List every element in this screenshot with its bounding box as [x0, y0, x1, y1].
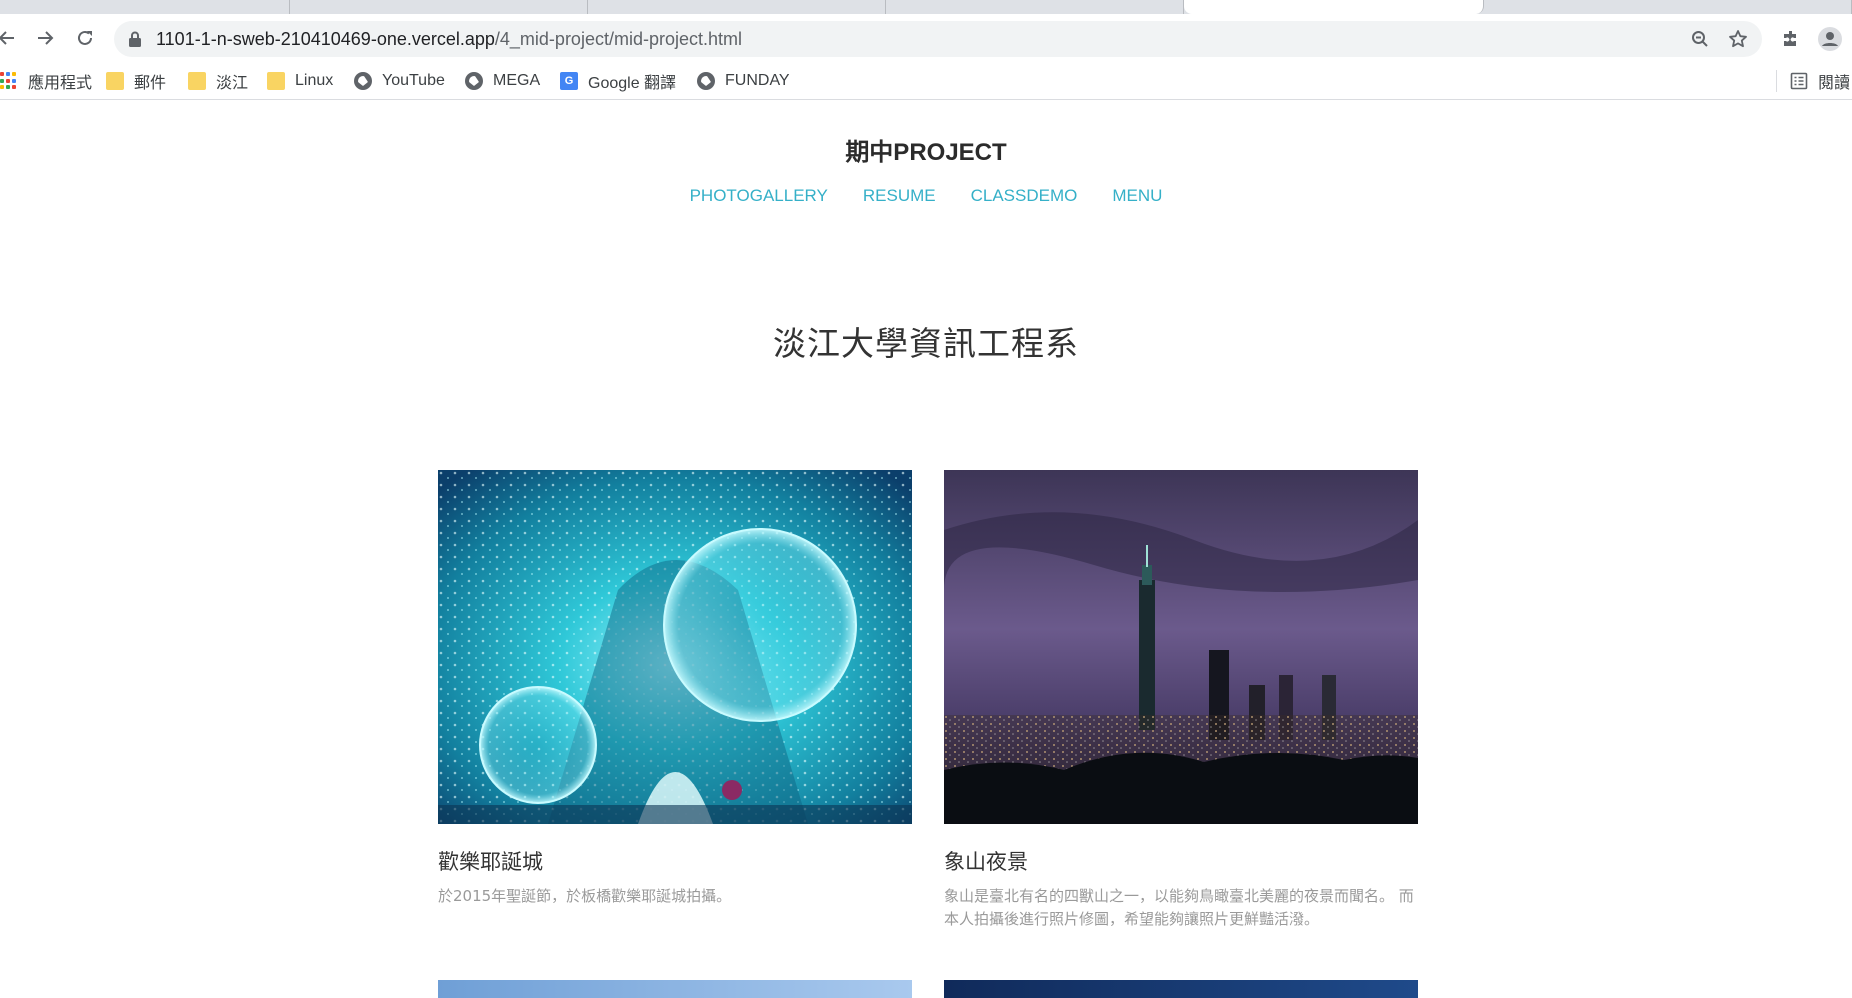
- browser-tab[interactable]: [0, 0, 290, 14]
- bookmark-google-translate[interactable]: G Google 翻譯: [560, 71, 677, 92]
- globe-icon: [354, 72, 372, 90]
- bookmark-label: Linux: [295, 72, 334, 89]
- section-heading: 淡江大學資訊工程系: [773, 324, 1079, 363]
- reading-list-label: 閱讀: [1818, 75, 1851, 92]
- bookmark-label: YouTube: [382, 72, 445, 89]
- folder-icon: [188, 72, 206, 90]
- card-description: 象山是臺北有名的四獸山之一，以能夠鳥瞰臺北美麗的夜景而聞名。 而本人拍攝後進行照…: [944, 887, 1414, 928]
- nav-link-photogallery[interactable]: PHOTOGALLERY: [690, 186, 828, 206]
- gallery-card: 歡樂耶誕城 於2015年聖誕節，於板橋歡樂耶誕城拍攝。: [438, 470, 912, 908]
- browser-tab[interactable]: [290, 0, 588, 14]
- bookmarks-bar: 應用程式 郵件 淡江 Linux YouTube MEGA G Google 翻…: [0, 62, 1852, 100]
- gallery-photo-partial[interactable]: [438, 980, 912, 998]
- bookmark-label: 郵件: [134, 75, 167, 92]
- profile-avatar-icon[interactable]: [1818, 27, 1842, 51]
- address-bar[interactable]: 1101-1-n-sweb-210410469-one.vercel.app/4…: [114, 21, 1762, 57]
- url-text: 1101-1-n-sweb-210410469-one.vercel.app/4…: [156, 29, 742, 50]
- nav-link-menu[interactable]: MENU: [1112, 186, 1162, 206]
- divider: [1776, 70, 1777, 92]
- card-title: 歡樂耶誕城: [438, 850, 543, 874]
- bookmark-mail-folder[interactable]: 郵件: [106, 71, 167, 92]
- bookmark-youtube[interactable]: YouTube: [354, 71, 445, 91]
- browser-tab[interactable]: [886, 0, 1184, 14]
- google-translate-icon: G: [560, 72, 578, 90]
- browser-toolbar: 1101-1-n-sweb-210410469-one.vercel.app/4…: [0, 14, 1852, 62]
- bookmark-label: 應用程式: [28, 75, 93, 92]
- night-sky-photo: [944, 980, 1418, 998]
- bookmark-star-icon[interactable]: [1728, 29, 1748, 49]
- browser-tab[interactable]: [588, 0, 886, 14]
- bookmark-apps[interactable]: 應用程式: [0, 71, 93, 92]
- extensions-icon[interactable]: [1779, 27, 1803, 51]
- folder-icon: [106, 72, 124, 90]
- url-path: /4_mid-project/mid-project.html: [494, 29, 742, 49]
- bookmark-label: 淡江: [216, 75, 249, 92]
- site-nav: PHOTOGALLERY RESUME CLASSDEMO MENU: [0, 186, 1852, 206]
- folder-icon: [267, 72, 285, 90]
- forward-icon[interactable]: [34, 27, 56, 49]
- web-page: 期中PROJECT PHOTOGALLERY RESUME CLASSDEMO …: [0, 101, 1852, 998]
- card-description: 於2015年聖誕節，於板橋歡樂耶誕城拍攝。: [438, 887, 732, 905]
- globe-icon: [465, 72, 483, 90]
- gallery-card: 象山夜景 象山是臺北有名的四獸山之一，以能夠鳥瞰臺北美麗的夜景而聞名。 而本人拍…: [944, 470, 1418, 931]
- card-title: 象山夜景: [944, 850, 1028, 874]
- apps-icon: [0, 72, 18, 90]
- bookmark-tamkang-folder[interactable]: 淡江: [188, 71, 249, 92]
- bookmark-linux-folder[interactable]: Linux: [267, 71, 333, 91]
- nav-link-classdemo[interactable]: CLASSDEMO: [971, 186, 1078, 206]
- browser-tab[interactable]: [1484, 0, 1852, 14]
- lock-icon: [129, 31, 141, 47]
- gallery-photo-partial[interactable]: [944, 980, 1418, 998]
- globe-icon: [697, 72, 715, 90]
- bookmark-mega[interactable]: MEGA: [465, 71, 540, 91]
- nav-link-resume[interactable]: RESUME: [863, 186, 936, 206]
- christmas-lights-photo[interactable]: [438, 470, 912, 824]
- tab-strip: [0, 0, 1852, 14]
- sky-photo: [438, 980, 912, 998]
- reload-icon[interactable]: [74, 27, 96, 49]
- bookmark-label: FUNDAY: [725, 72, 790, 89]
- bookmark-label: MEGA: [493, 72, 541, 89]
- browser-tab-active[interactable]: [1184, 0, 1484, 14]
- zoom-icon[interactable]: [1690, 29, 1710, 49]
- reading-list-button[interactable]: 閱讀: [1790, 71, 1851, 92]
- url-host: 1101-1-n-sweb-210410469-one.vercel.app: [156, 29, 495, 49]
- taipei-night-view-photo[interactable]: [944, 470, 1418, 824]
- reading-list-icon: [1790, 72, 1808, 90]
- bookmark-funday[interactable]: FUNDAY: [697, 71, 790, 91]
- back-icon[interactable]: [0, 27, 18, 49]
- bookmark-label: Google 翻譯: [588, 75, 677, 92]
- site-title: 期中PROJECT: [845, 139, 1007, 166]
